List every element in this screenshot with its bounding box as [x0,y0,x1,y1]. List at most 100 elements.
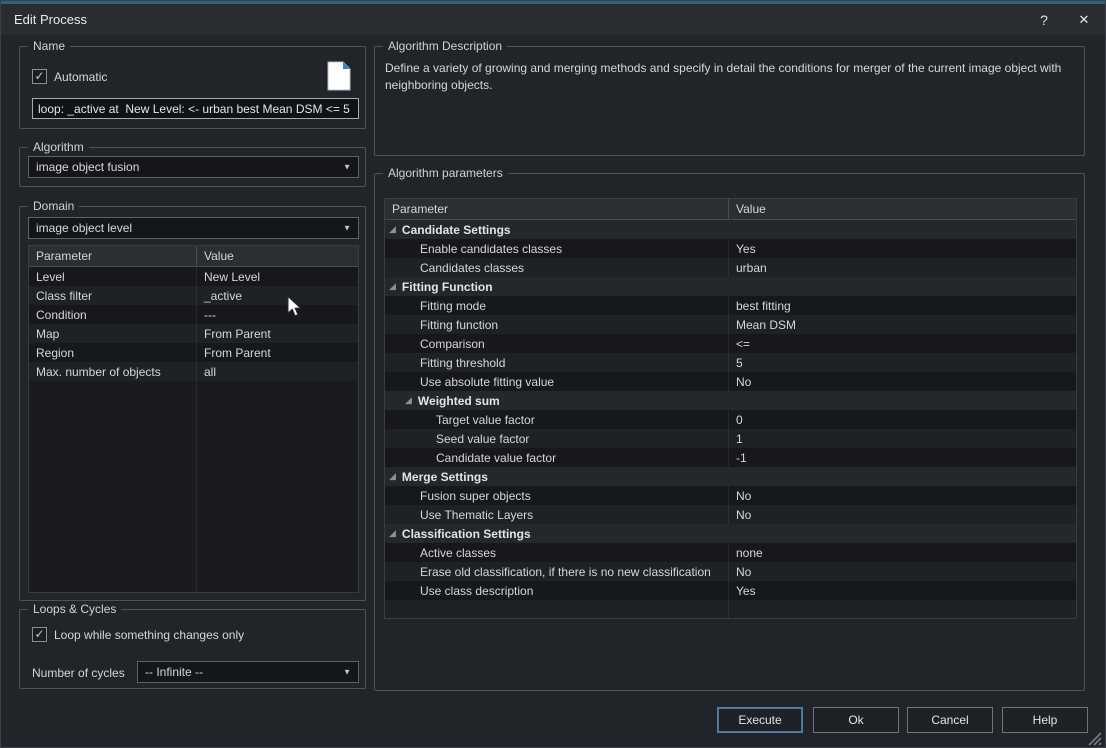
param-group-row[interactable]: ◢ Fitting Function [385,277,1076,296]
param-group-label: Classification Settings [402,527,531,541]
algorithm-group: Algorithm image object fusion ▼ [19,147,366,187]
domain-col-value[interactable]: Value [196,246,358,266]
param-label: Fitting function [385,315,728,334]
param-group-row[interactable]: ◢ Candidate Settings [385,220,1076,239]
name-group: Name ✓ Automatic [19,46,366,129]
chevron-down-icon: ▼ [343,163,351,172]
titlebar[interactable]: Edit Process ? ✕ [1,4,1106,35]
execute-button[interactable]: Execute [717,707,803,733]
checkmark-icon: ✓ [34,69,44,83]
checkmark-icon: ✓ [34,627,44,641]
param-label: Target value factor [385,410,728,429]
domain-table-row[interactable]: Class filter_active [29,286,358,305]
param-row[interactable]: Fitting functionMean DSM [385,315,1076,334]
help-button[interactable]: Help [1002,707,1088,733]
process-name-input[interactable] [32,98,359,119]
ok-button[interactable]: Ok [813,707,899,733]
automatic-checkbox[interactable]: ✓ [32,69,47,84]
param-label: Enable candidates classes [385,239,728,258]
expanded-triangle-icon[interactable]: ◢ [389,528,396,539]
loop-checkbox-row: ✓ Loop while something changes only [32,627,244,642]
param-row[interactable]: Comparison<= [385,334,1076,353]
param-row[interactable]: Candidate value factor-1 [385,448,1076,467]
automatic-checkbox-row: ✓ Automatic [32,69,107,84]
domain-param-value: _active [196,286,358,305]
loop-while-changes-checkbox[interactable]: ✓ [32,627,47,642]
domain-table: Parameter Value LevelNew LevelClass filt… [28,245,359,593]
param-value: 0 [728,410,1076,429]
expanded-triangle-icon[interactable]: ◢ [405,395,412,406]
param-group-label: Fitting Function [402,280,493,294]
domain-col-parameter[interactable]: Parameter [29,249,196,263]
param-label [385,600,728,619]
expanded-triangle-icon[interactable]: ◢ [389,471,396,482]
parameters-col-parameter[interactable]: Parameter [385,202,728,216]
param-value: best fitting [728,296,1076,315]
param-row[interactable]: Use absolute fitting valueNo [385,372,1076,391]
domain-param-label: Map [29,324,196,343]
empty-cell [29,381,196,592]
param-row[interactable]: Fitting modebest fitting [385,296,1076,315]
expanded-triangle-icon[interactable]: ◢ [389,281,396,292]
domain-param-label: Max. number of objects [29,362,196,381]
param-value: No [728,505,1076,524]
chevron-down-icon: ▼ [343,668,351,677]
parameters-col-value[interactable]: Value [728,199,1076,219]
param-row[interactable]: Use class descriptionYes [385,581,1076,600]
param-row[interactable]: Erase old classification, if there is no… [385,562,1076,581]
parameters-table-header: Parameter Value [385,199,1076,220]
param-row[interactable]: Active classesnone [385,543,1076,562]
param-row[interactable]: Use Thematic LayersNo [385,505,1076,524]
param-label: Use absolute fitting value [385,372,728,391]
param-label: Erase old classification, if there is no… [385,562,728,581]
param-row[interactable]: Enable candidates classesYes [385,239,1076,258]
param-label: Fusion super objects [385,486,728,505]
help-icon[interactable]: ? [1027,4,1061,35]
number-of-cycles-select[interactable]: -- Infinite -- ▼ [137,661,359,683]
algorithm-select[interactable]: image object fusion ▼ [28,156,359,178]
param-row[interactable]: Fitting threshold5 [385,353,1076,372]
algorithm-parameters-group: Algorithm parameters Parameter Value ◢Ca… [374,173,1085,691]
param-value: <= [728,334,1076,353]
param-row[interactable]: Seed value factor1 [385,429,1076,448]
domain-param-label: Region [29,343,196,362]
param-group-row[interactable]: ◢Weighted sum [385,391,1076,410]
loop-while-changes-label: Loop while something changes only [54,628,244,642]
algorithm-description-text: Define a variety of growing and merging … [385,60,1075,94]
param-group-row[interactable]: ◢ Merge Settings [385,467,1076,486]
param-label: Comparison [385,334,728,353]
new-document-icon[interactable] [327,61,351,94]
domain-select[interactable]: image object level ▼ [28,217,359,239]
loops-cycles-group-label: Loops & Cycles [28,602,121,616]
domain-table-row[interactable]: Condition--- [29,305,358,324]
parameters-table: Parameter Value ◢ Candidate Settings Enabl… [384,198,1077,619]
param-value: none [728,543,1076,562]
resize-grip-icon[interactable] [1087,731,1102,748]
domain-param-value: From Parent [196,324,358,343]
window-title: Edit Process [14,12,87,27]
param-value: Yes [728,239,1076,258]
param-value: Yes [728,581,1076,600]
param-row[interactable]: Fusion super objectsNo [385,486,1076,505]
param-group-label: Candidate Settings [402,223,511,237]
domain-table-row[interactable]: Max. number of objectsall [29,362,358,381]
cancel-button[interactable]: Cancel [907,707,993,733]
param-value: -1 [728,448,1076,467]
empty-row[interactable] [385,600,1076,619]
empty-cell [196,381,358,592]
domain-table-row[interactable]: LevelNew Level [29,267,358,286]
param-group-row[interactable]: ◢ Classification Settings [385,524,1076,543]
domain-table-empty-area [29,381,358,592]
close-icon[interactable]: ✕ [1067,4,1101,35]
param-row[interactable]: Candidates classesurban [385,258,1076,277]
param-label: Candidates classes [385,258,728,277]
expanded-triangle-icon[interactable]: ◢ [389,224,396,235]
algorithm-parameters-label: Algorithm parameters [383,166,508,180]
domain-table-row[interactable]: MapFrom Parent [29,324,358,343]
param-label: Use Thematic Layers [385,505,728,524]
domain-table-body: LevelNew LevelClass filter_activeConditi… [29,267,358,592]
param-row[interactable]: Target value factor0 [385,410,1076,429]
domain-table-row[interactable]: RegionFrom Parent [29,343,358,362]
param-group-label: Merge Settings [402,470,488,484]
param-value: 1 [728,429,1076,448]
